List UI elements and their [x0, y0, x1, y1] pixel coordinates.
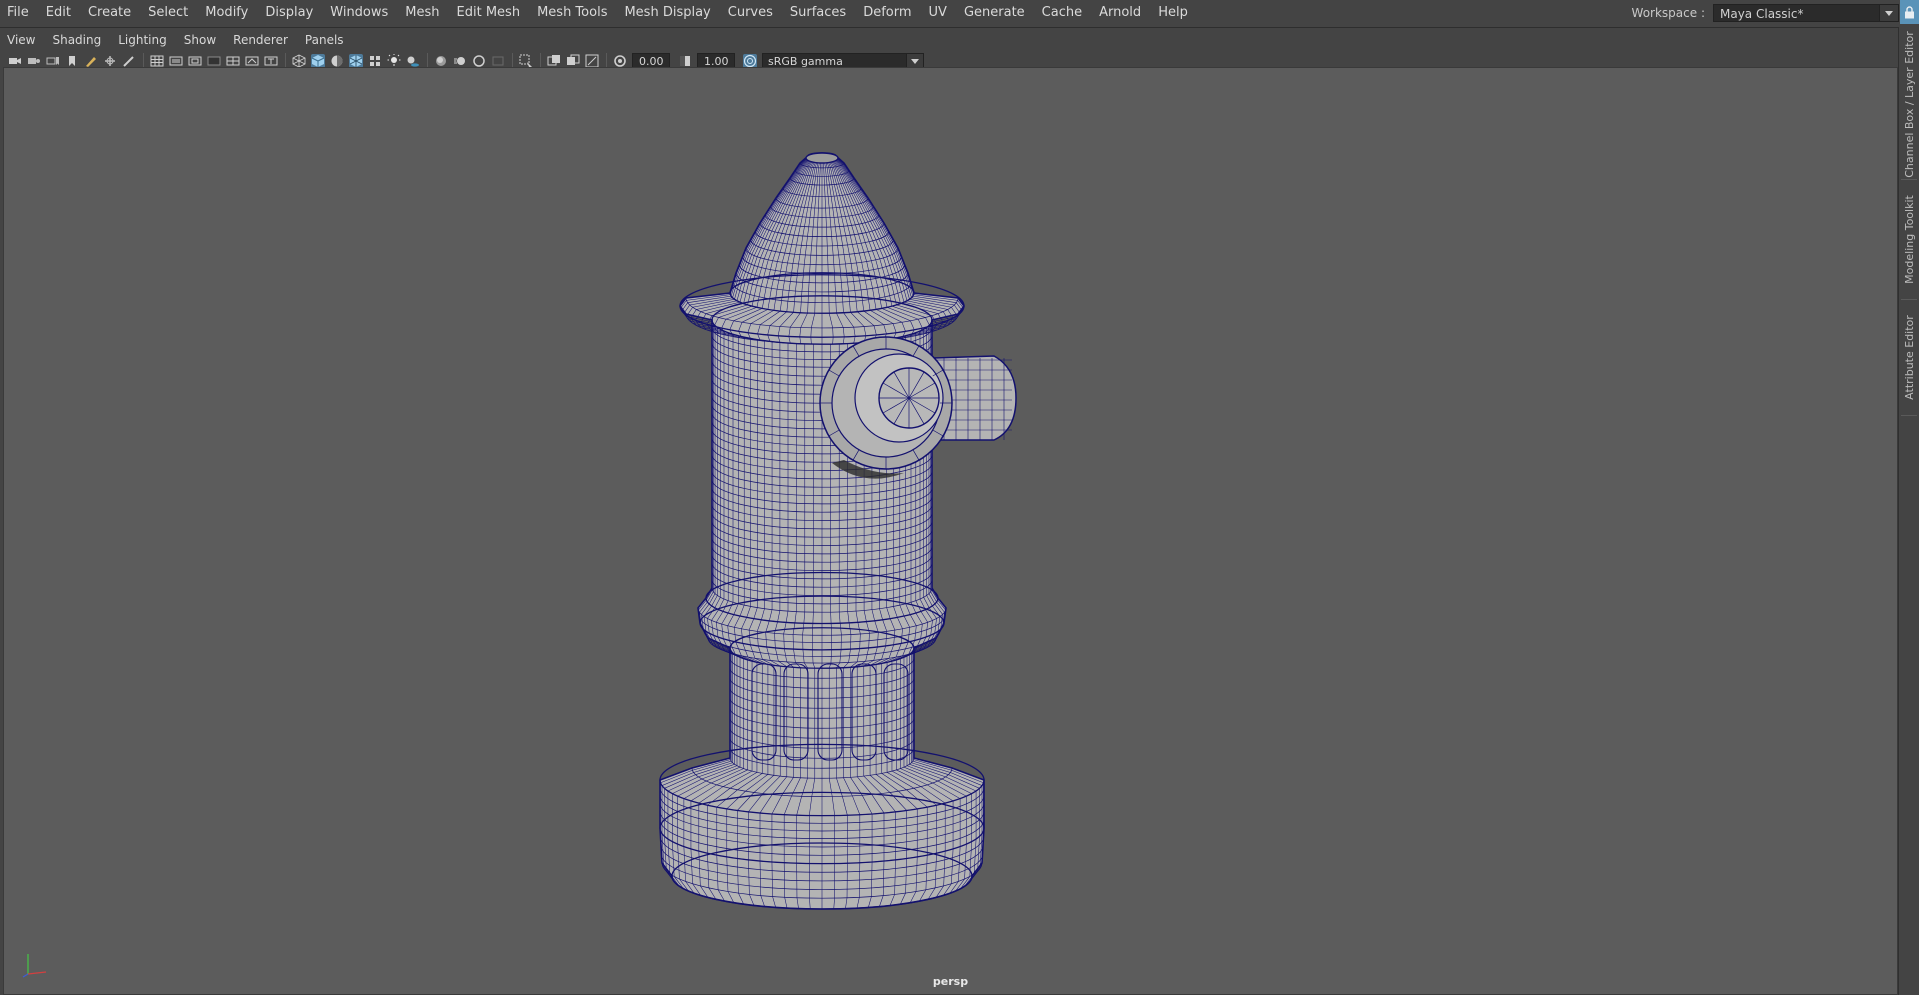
- menu-mesh[interactable]: Mesh: [405, 0, 439, 25]
- color-management-icon[interactable]: [743, 54, 757, 68]
- camera-name-label: persp: [932, 975, 969, 988]
- use-default-material-icon[interactable]: [330, 54, 344, 68]
- textured-icon[interactable]: [368, 54, 382, 68]
- motion-blur-icon[interactable]: [453, 54, 467, 68]
- workspace-value: Maya Classic*: [1720, 6, 1804, 21]
- wireframe-on-shaded-icon[interactable]: [349, 54, 363, 68]
- 3d-viewport[interactable]: persp: [3, 67, 1898, 995]
- menu-mesh-display[interactable]: Mesh Display: [624, 0, 710, 25]
- tab-attribute-editor-label: Attribute Editor: [1902, 314, 1916, 400]
- grease-pencil-icon[interactable]: [84, 54, 98, 68]
- gamma-icon[interactable]: [678, 54, 692, 68]
- grid-icon[interactable]: [150, 54, 164, 68]
- hydrant-top-cap: [805, 152, 839, 164]
- depth-of-field-icon[interactable]: [491, 54, 505, 68]
- shadows-icon[interactable]: [406, 54, 420, 68]
- menu-file[interactable]: File: [7, 0, 29, 25]
- resolution-gate-icon[interactable]: [188, 54, 202, 68]
- safe-title-icon[interactable]: [264, 54, 278, 68]
- menu-display[interactable]: Display: [265, 0, 313, 25]
- menu-create[interactable]: Create: [88, 0, 131, 25]
- menu-modify[interactable]: Modify: [205, 0, 248, 25]
- camera-attributes-icon[interactable]: [27, 54, 41, 68]
- gate-mask-icon[interactable]: [207, 54, 221, 68]
- image-plane-icon[interactable]: [65, 54, 79, 68]
- xray-active-components-icon[interactable]: [566, 54, 580, 68]
- panel-menu-show[interactable]: Show: [184, 30, 216, 50]
- menu-edit[interactable]: Edit: [46, 0, 71, 25]
- chevron-down-icon[interactable]: [906, 54, 923, 68]
- maya-window: File Edit Create Select Modify Display W…: [0, 0, 1919, 995]
- tab-divider: [1901, 179, 1917, 180]
- panel-menu-lighting[interactable]: Lighting: [118, 30, 167, 50]
- menu-help[interactable]: Help: [1158, 0, 1188, 25]
- menu-deform[interactable]: Deform: [863, 0, 911, 25]
- bookmarks-icon[interactable]: [46, 54, 60, 68]
- panel-menu-view[interactable]: View: [7, 30, 35, 50]
- panel-menubar: View Shading Lighting Show Renderer Pane…: [0, 30, 361, 50]
- isolate-select-icon[interactable]: [519, 54, 533, 68]
- tab-channel-box-layer-editor[interactable]: Channel Box / Layer Editor: [1901, 30, 1917, 178]
- xray-joints-icon[interactable]: [585, 54, 599, 68]
- tab-modeling-toolkit[interactable]: Modeling Toolkit: [1901, 183, 1917, 295]
- tab-divider: [1901, 299, 1917, 300]
- tab-modeling-toolkit-label: Modeling Toolkit: [1902, 194, 1916, 284]
- panel-menu-shading[interactable]: Shading: [52, 30, 101, 50]
- menu-surfaces[interactable]: Surfaces: [790, 0, 846, 25]
- main-menu-items: File Edit Create Select Modify Display W…: [0, 0, 1205, 25]
- menu-windows[interactable]: Windows: [330, 0, 388, 25]
- menu-generate[interactable]: Generate: [964, 0, 1025, 25]
- grease-pencil-tool-icon[interactable]: [122, 54, 136, 68]
- panel-menu-renderer[interactable]: Renderer: [233, 30, 288, 50]
- menu-select[interactable]: Select: [148, 0, 188, 25]
- anti-aliasing-icon[interactable]: [472, 54, 486, 68]
- hydrant-meridians: [660, 156, 984, 909]
- tab-divider: [1901, 415, 1917, 416]
- menu-edit-mesh[interactable]: Edit Mesh: [457, 0, 521, 25]
- xray-icon[interactable]: [547, 54, 561, 68]
- chevron-down-icon[interactable]: [1879, 4, 1898, 21]
- menu-mesh-tools[interactable]: Mesh Tools: [537, 0, 607, 25]
- hydrant-wireframe-mesh: [659, 152, 1017, 910]
- workspace-dropdown[interactable]: Maya Classic*: [1713, 3, 1899, 22]
- wireframe-icon[interactable]: [292, 54, 306, 68]
- side-tab-strip: Channel Box / Layer Editor Modeling Tool…: [1898, 27, 1919, 995]
- workspace-label: Workspace :: [1631, 5, 1705, 20]
- tab-attribute-editor[interactable]: Attribute Editor: [1901, 303, 1917, 411]
- smooth-shade-all-icon[interactable]: [311, 54, 325, 68]
- menu-curves[interactable]: Curves: [728, 0, 773, 25]
- hydrant-body: [659, 152, 1017, 910]
- field-chart-icon[interactable]: [226, 54, 240, 68]
- select-camera-icon[interactable]: [8, 54, 22, 68]
- menu-uv[interactable]: UV: [929, 0, 947, 25]
- main-menubar: File Edit Create Select Modify Display W…: [0, 0, 1919, 25]
- workspace-selector: Workspace : Maya Classic*: [1632, 2, 1899, 23]
- exposure-icon[interactable]: [613, 54, 627, 68]
- safe-action-icon[interactable]: [245, 54, 259, 68]
- use-all-lights-icon[interactable]: [387, 54, 401, 68]
- lock-icon[interactable]: [1900, 0, 1919, 24]
- tab-channel-box-layer-editor-label: Channel Box / Layer Editor: [1902, 30, 1916, 178]
- menu-arnold[interactable]: Arnold: [1099, 0, 1141, 25]
- screen-space-ao-icon[interactable]: [434, 54, 448, 68]
- 2d-pan-zoom-icon[interactable]: [103, 54, 117, 68]
- panel-menu-panels[interactable]: Panels: [305, 30, 344, 50]
- film-gate-icon[interactable]: [169, 54, 183, 68]
- menu-cache[interactable]: Cache: [1042, 0, 1082, 25]
